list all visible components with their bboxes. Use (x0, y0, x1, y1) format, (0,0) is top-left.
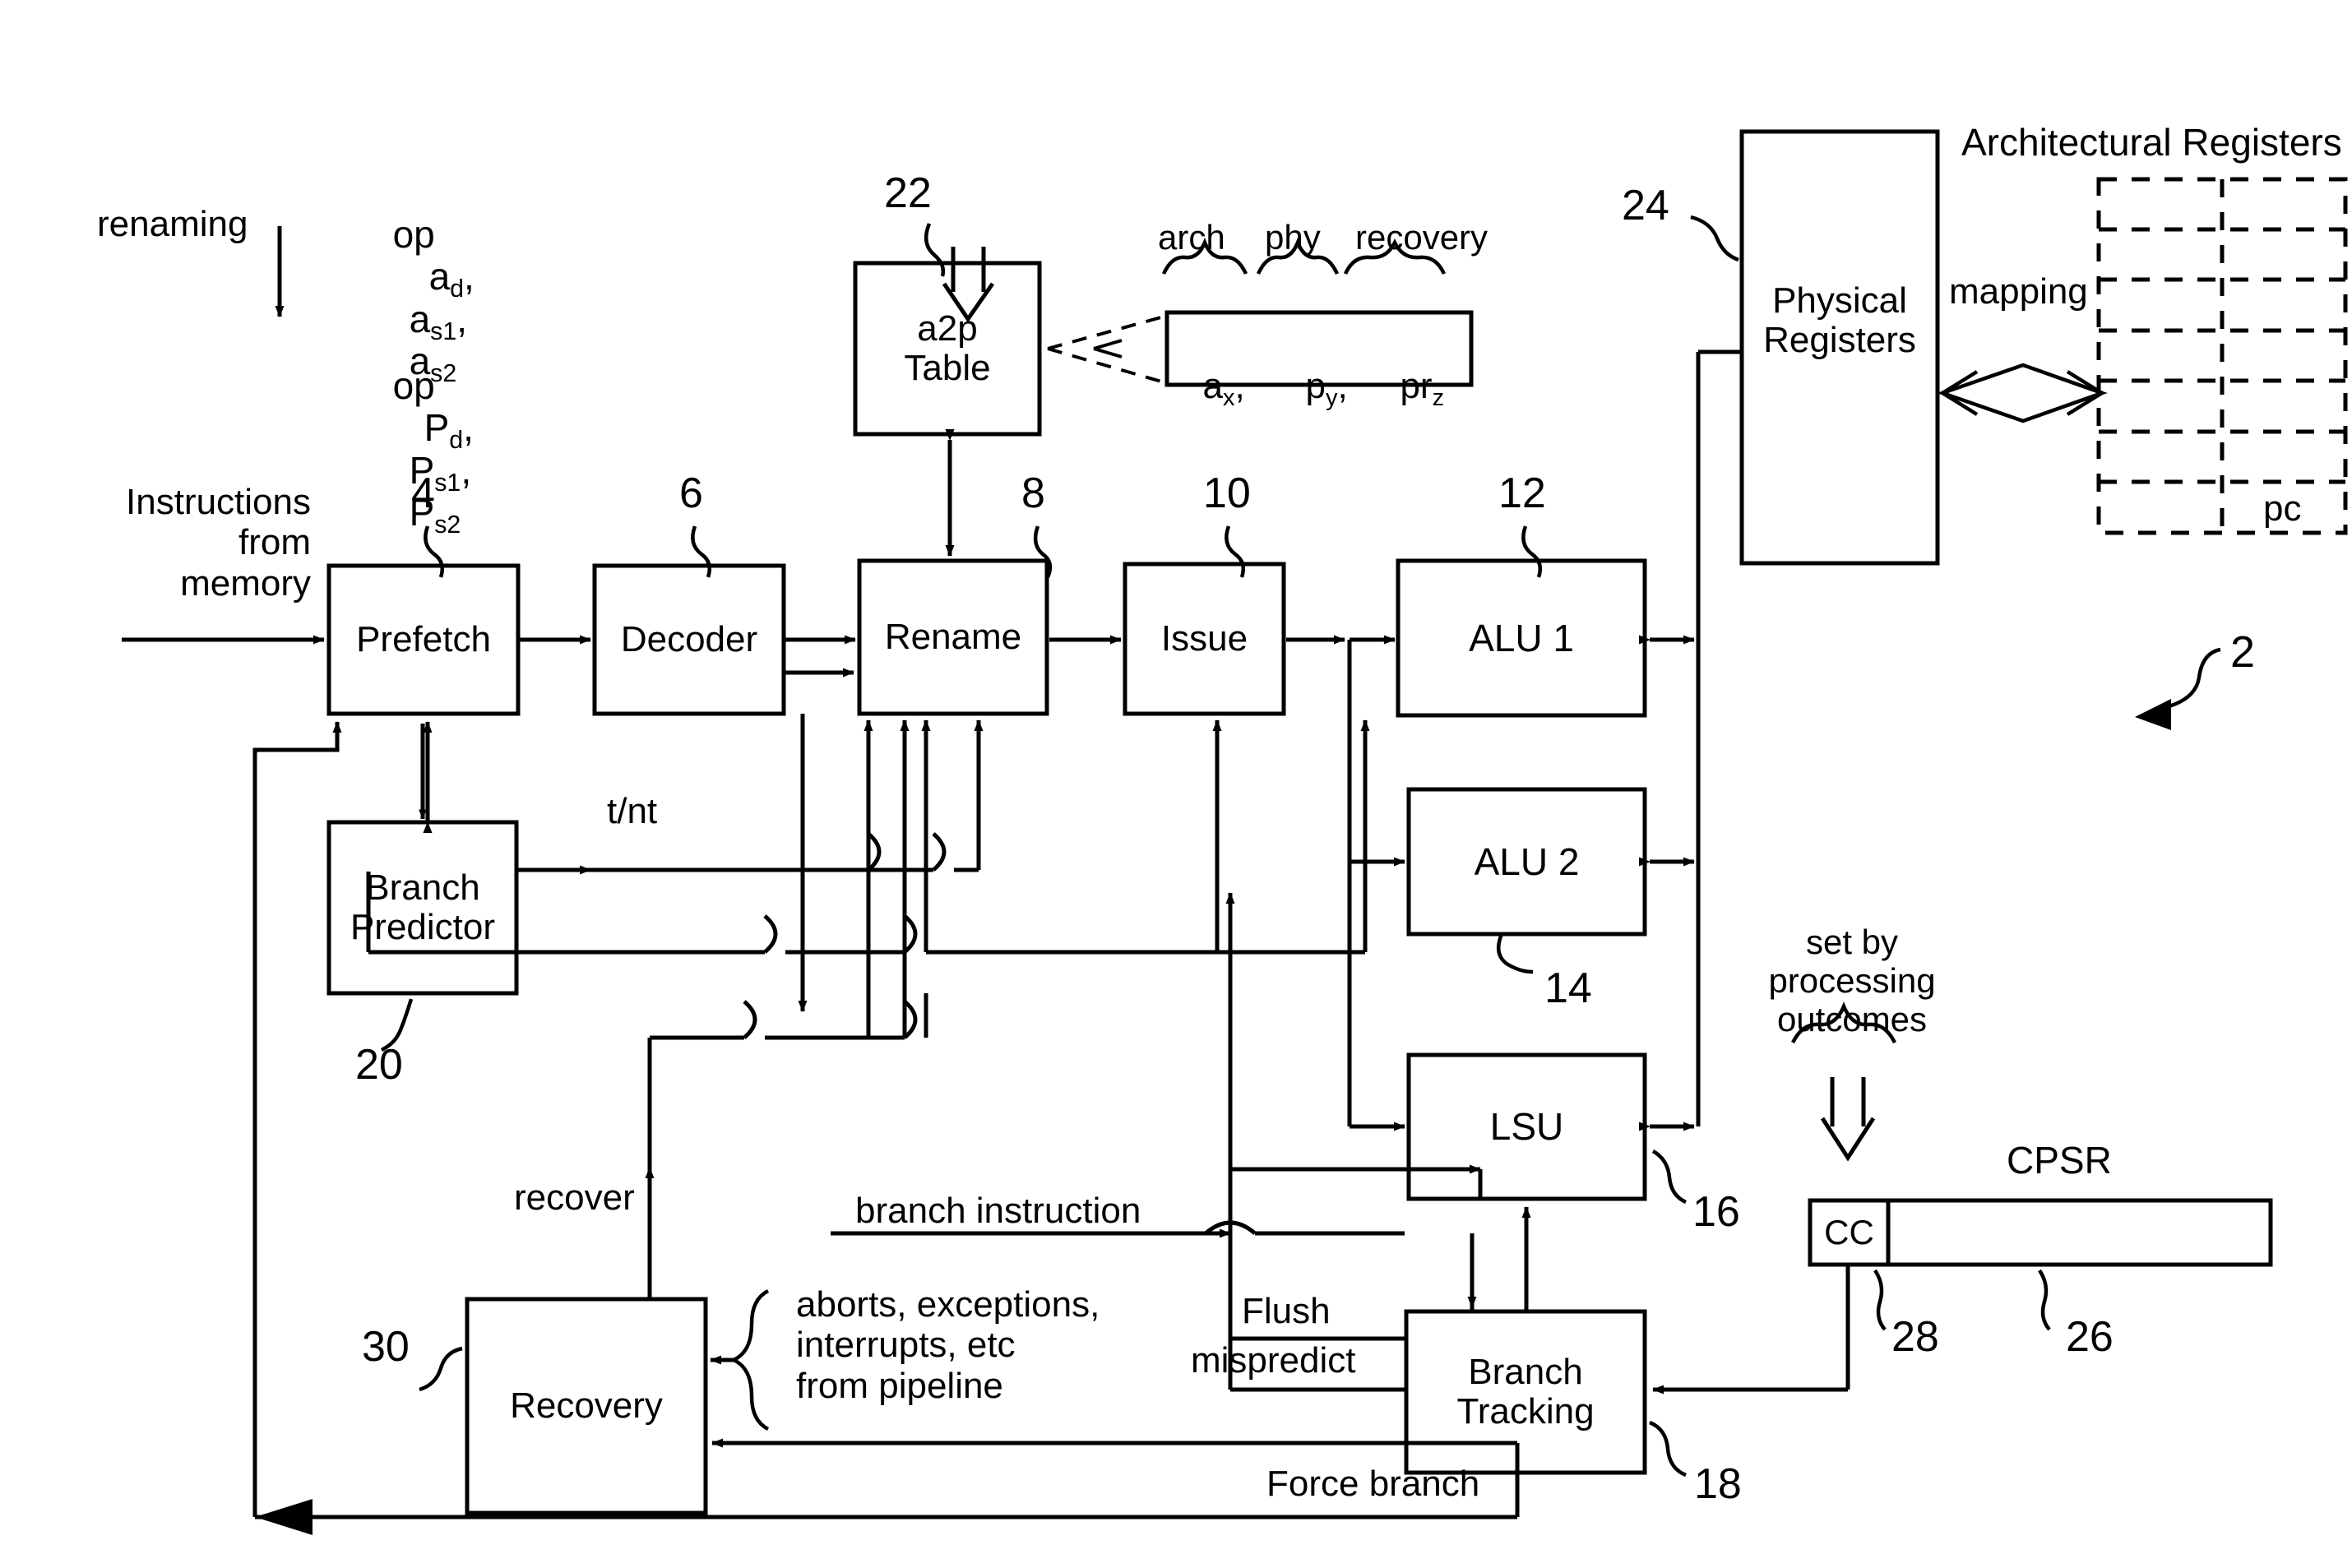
ref-28: 28 (1891, 1313, 1939, 1361)
decoder-label: Decoder (620, 618, 758, 659)
ref-leader-28 (1873, 1269, 1887, 1331)
ref-30: 30 (362, 1323, 410, 1371)
ref-6: 6 (679, 469, 703, 517)
ref-16: 16 (1692, 1188, 1740, 1236)
set-by-processing-outcomes-label: set by processing outcomes (1768, 923, 1936, 1039)
aborts-exceptions-label: aborts, exceptions, interrupts, etc from… (796, 1284, 1100, 1406)
cc-field-label: CC (1824, 1212, 1874, 1251)
aborts-brace (729, 1288, 770, 1432)
ref-14: 14 (1544, 964, 1592, 1012)
ref-8: 8 (1021, 469, 1045, 517)
patent-figure-canvas: renaming op ad, as1, as2 op Pd, Ps1, Ps2… (0, 0, 2352, 1568)
recovery-label: Recovery (510, 1385, 663, 1426)
architectural-registers-grid (2096, 177, 2348, 535)
ref-leader-24 (1690, 215, 1739, 262)
pc-label: pc (2263, 488, 2302, 529)
ref-24: 24 (1622, 182, 1669, 229)
hop-2 (932, 832, 947, 872)
ref-22: 22 (884, 169, 932, 217)
ref-leader-16 (1651, 1149, 1688, 1205)
ref-4: 4 (411, 469, 435, 517)
ref-leader-18 (1649, 1420, 1687, 1478)
ref-12: 12 (1498, 469, 1546, 517)
op-before: op (392, 212, 435, 256)
a2p-cell-phy: py, (1305, 366, 1348, 411)
figure-reference-2: 2 (2230, 627, 2256, 677)
force-branch-label: Force branch (1266, 1464, 1480, 1504)
instructions-from-memory-label: Instructions from memory (126, 482, 311, 604)
alu1-label: ALU 1 (1469, 616, 1574, 659)
outcomes-hollow-arrow (1820, 1077, 1876, 1162)
issue-label: Issue (1160, 617, 1248, 659)
hop-3 (763, 914, 778, 954)
ref-10: 10 (1203, 469, 1251, 517)
force-branch-to-prefetch-arrow (252, 721, 342, 814)
flush-label: Flush (1242, 1291, 1331, 1331)
rename-label: Rename (884, 616, 1022, 657)
mapping-label: mapping (1949, 271, 2088, 312)
branch-predictor-label: Branch Predictor (350, 867, 496, 947)
recover-label: recover (514, 1177, 635, 1218)
architectural-registers-title: Architectural Registers (1961, 121, 2342, 164)
physical-registers-label: Physical Registers (1763, 280, 1916, 360)
a2p-header-arch: arch (1158, 218, 1225, 257)
a2p-table-label: a2p Table (904, 308, 991, 388)
lsu-label: LSU (1489, 1105, 1564, 1149)
figure-ref-leader (2165, 647, 2221, 710)
mispredict-label: mispredict (1191, 1340, 1356, 1381)
prefetch-label: Prefetch (356, 618, 491, 659)
a2p-cell-recovery: prz (1400, 366, 1445, 411)
force-branch-arrowhead (255, 1499, 313, 1535)
t-nt-label: t/nt (607, 791, 658, 831)
branch-tracking-label: Branch Tracking (1456, 1351, 1595, 1432)
a2p-cell-arch: ax, (1202, 366, 1245, 411)
alu2-label: ALU 2 (1474, 840, 1580, 883)
a2p-header-recovery: recovery (1355, 218, 1489, 257)
ref-26: 26 (2066, 1313, 2114, 1361)
branch-instruction-label: branch instruction (855, 1191, 1141, 1231)
op-after: op (392, 363, 435, 407)
ref-leader-14 (1496, 933, 1534, 974)
ref-18: 18 (1694, 1460, 1742, 1508)
mapping-arrow-body (1937, 363, 2108, 423)
ref-leader-26 (2038, 1269, 2051, 1331)
ref-20: 20 (355, 1041, 403, 1089)
cpsr-title: CPSR (2007, 1139, 2112, 1182)
ref-leader-30 (419, 1346, 463, 1392)
renaming-label: renaming (97, 204, 248, 244)
a2p-header-phy: phy (1265, 218, 1321, 257)
hop-5 (743, 1000, 757, 1039)
